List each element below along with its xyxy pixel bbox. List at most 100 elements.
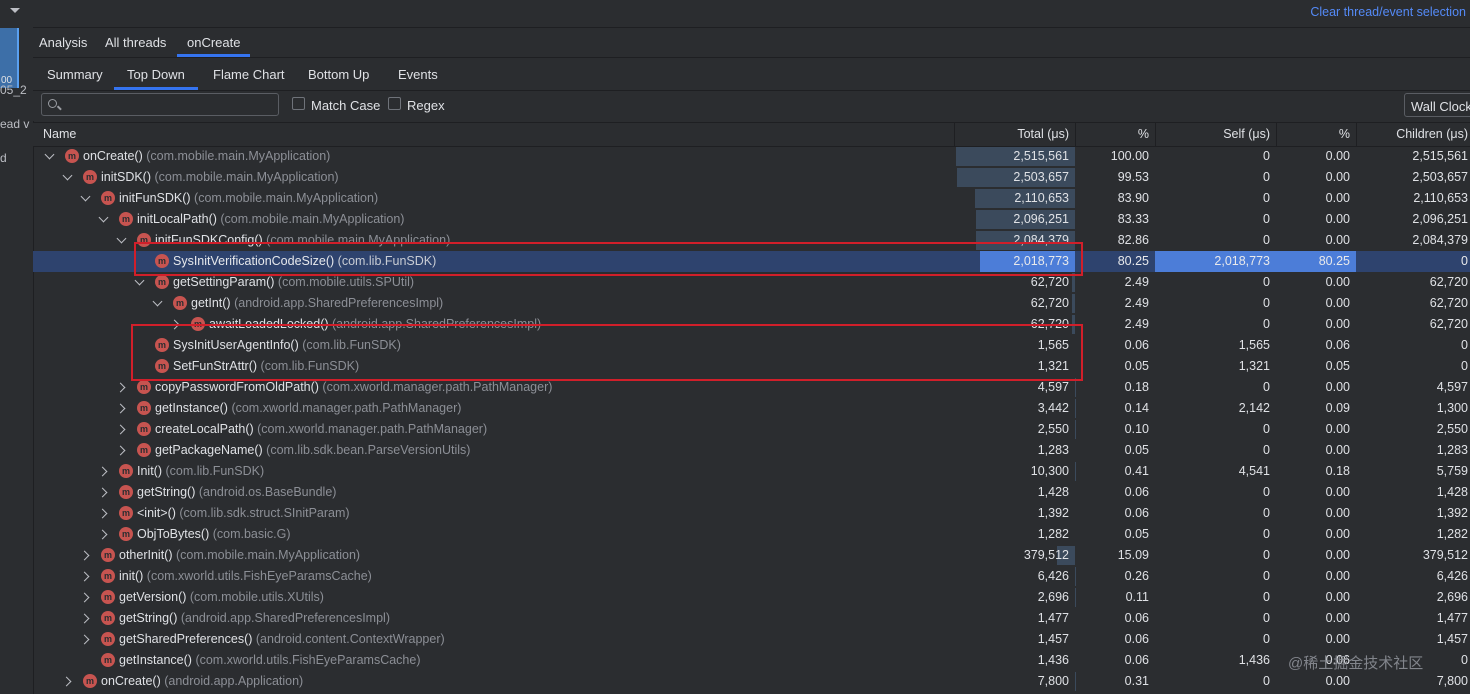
tab-bottom-up[interactable]: Bottom Up [308,58,369,90]
chevron-down-icon[interactable] [116,233,127,244]
total-cell: 1,457 [954,629,1075,650]
chevron-down-icon[interactable] [152,296,163,307]
table-row[interactable]: m getString() (android.os.BaseBundle) 1,42… [33,482,1470,503]
self-pct-cell: 0.00 [1276,377,1356,398]
self-pct-cell-value: 0.00 [1325,569,1350,583]
self-cell-value: 1,436 [1238,653,1270,667]
chevron-right-icon[interactable] [97,508,108,519]
table-row[interactable]: m getInt() (android.app.SharedPreferences… [33,293,1470,314]
chevron-right-icon[interactable] [61,676,72,687]
gutter-fragment: d [0,151,7,165]
total-cell: 1,477 [954,608,1075,629]
table-row[interactable]: m SysInitUserAgentInfo() (com.lib.FunSDK)… [33,335,1470,356]
table-row[interactable]: m getVersion() (com.mobile.utils.XUtils) 2… [33,587,1470,608]
children-cell: 5,759 [1356,461,1470,482]
tab-flame-chart[interactable]: Flame Chart [213,58,285,90]
column-total[interactable]: Total (μs) [954,123,1075,146]
tab-top-down[interactable]: Top Down [114,58,198,90]
table-row[interactable]: m createLocalPath() (com.xworld.manager.p… [33,419,1470,440]
column-total-pct[interactable]: % [1075,123,1155,146]
clock-select[interactable]: Wall Clock [1404,93,1470,117]
method-package: (android.app.Application) [164,674,304,688]
method-icon: m [155,254,169,268]
chevron-right-icon[interactable] [79,634,90,645]
name-cell: m getSettingParam() (com.mobile.utils.SPU… [33,272,954,293]
chevron-right-icon[interactable] [97,466,108,477]
table-row[interactable]: m getInstance() (com.xworld.utils.FishEye… [33,650,1470,671]
chevron-right-icon[interactable] [169,319,180,330]
method-icon: m [137,401,151,415]
children-cell: 2,515,561 [1356,146,1470,167]
chevron-right-icon[interactable] [115,382,126,393]
self-cell-value: 4,541 [1238,464,1270,478]
table-row[interactable]: m Init() (com.lib.FunSDK) 10,300 0.41 4,541 0… [33,461,1470,482]
table-row[interactable]: m ObjToBytes() (com.basic.G) 1,282 0.05 0 0.0… [33,524,1470,545]
chevron-down-icon[interactable] [134,275,145,286]
table-row[interactable]: m initSDK() (com.mobile.main.MyApplicatio… [33,167,1470,188]
tab-analysis[interactable]: Analysis [39,28,87,57]
regex-checkbox[interactable] [388,97,401,110]
total-pct-cell: 0.06 [1075,650,1155,671]
chevron-right-icon[interactable] [97,529,108,540]
table-row[interactable]: m onCreate() (com.mobile.main.MyApplicati… [33,146,1470,167]
chevron-right-icon[interactable] [79,592,90,603]
method-name: getPackageName() [155,443,267,457]
table-row[interactable]: m awaitLoadedLocked() (android.app.Shared… [33,314,1470,335]
table-row[interactable]: m <init>() (com.lib.sdk.struct.SInitParam… [33,503,1470,524]
table-row[interactable]: m getString() (android.app.SharedPreferen… [33,608,1470,629]
self-pct-cell-value: 0.00 [1325,674,1350,688]
table-row[interactable]: m onCreate() (android.app.Application) 7,8… [33,671,1470,692]
dropdown-icon[interactable] [10,8,20,13]
chevron-down-icon[interactable] [44,149,55,160]
self-cell-value: 0 [1263,275,1270,289]
self-cell: 1,436 [1155,650,1276,671]
search-input[interactable] [41,93,279,116]
table-row[interactable]: m initFunSDK() (com.mobile.main.MyApplica… [33,188,1470,209]
column-children[interactable]: Children (μs) [1356,123,1470,146]
table-row[interactable]: m getSettingParam() (com.mobile.utils.SPU… [33,272,1470,293]
method-name: onCreate() [83,149,147,163]
column-self-pct[interactable]: % [1276,123,1356,146]
tab-events[interactable]: Events [398,58,438,90]
name-cell: m SetFunStrAttr() (com.lib.FunSDK) [33,356,954,377]
column-name[interactable]: Name [37,123,954,146]
table-row[interactable]: m getSharedPreferences() (android.content… [33,629,1470,650]
method-label: getVersion() (com.mobile.utils.XUtils) [119,587,324,608]
self-pct-cell: 0.00 [1276,440,1356,461]
match-case-checkbox[interactable] [292,97,305,110]
chevron-right-icon[interactable] [115,403,126,414]
clear-selection-link[interactable]: Clear thread/event selection [1310,5,1466,19]
table-row[interactable]: m SetFunStrAttr() (com.lib.FunSDK) 1,321 0.… [33,356,1470,377]
chevron-right-icon[interactable] [97,487,108,498]
chevron-down-icon[interactable] [80,191,91,202]
self-pct-cell: 0.00 [1276,524,1356,545]
method-label: getString() (android.os.BaseBundle) [137,482,336,503]
chevron-right-icon[interactable] [79,550,90,561]
table-row[interactable]: m init() (com.xworld.utils.FishEyeParamsC… [33,566,1470,587]
thread-selection[interactable]: 00 [0,28,19,88]
tab-oncreate[interactable]: onCreate [177,28,251,57]
self-cell-value: 0 [1263,527,1270,541]
table-row[interactable]: m getPackageName() (com.lib.sdk.bean.Pars… [33,440,1470,461]
self-pct-cell: 0.00 [1276,566,1356,587]
method-name: initFunSDKConfig() [155,233,267,247]
total-cell-value: 2,084,379 [1013,233,1069,247]
table-row[interactable]: m copyPasswordFromOldPath() (com.xworld.m… [33,377,1470,398]
table-row[interactable]: m initFunSDKConfig() (com.mobile.main.MyA… [33,230,1470,251]
chevron-right-icon[interactable] [115,424,126,435]
table-row[interactable]: m initLocalPath() (com.mobile.main.MyAppl… [33,209,1470,230]
children-cell: 1,392 [1356,503,1470,524]
tab-summary[interactable]: Summary [47,58,103,90]
children-cell: 2,503,657 [1356,167,1470,188]
column-self[interactable]: Self (μs) [1155,123,1276,146]
chevron-right-icon[interactable] [115,445,126,456]
table-row[interactable]: m getInstance() (com.xworld.manager.path.… [33,398,1470,419]
chevron-down-icon[interactable] [62,170,73,181]
tab-all-threads[interactable]: All threads [105,28,166,57]
table-row[interactable]: m SysInitVerificationCodeSize() (com.lib.… [33,251,1470,272]
children-cell-value: 2,515,561 [1412,149,1468,163]
chevron-right-icon[interactable] [79,613,90,624]
table-row[interactable]: m otherInit() (com.mobile.main.MyApplicat… [33,545,1470,566]
chevron-right-icon[interactable] [79,571,90,582]
chevron-down-icon[interactable] [98,212,109,223]
